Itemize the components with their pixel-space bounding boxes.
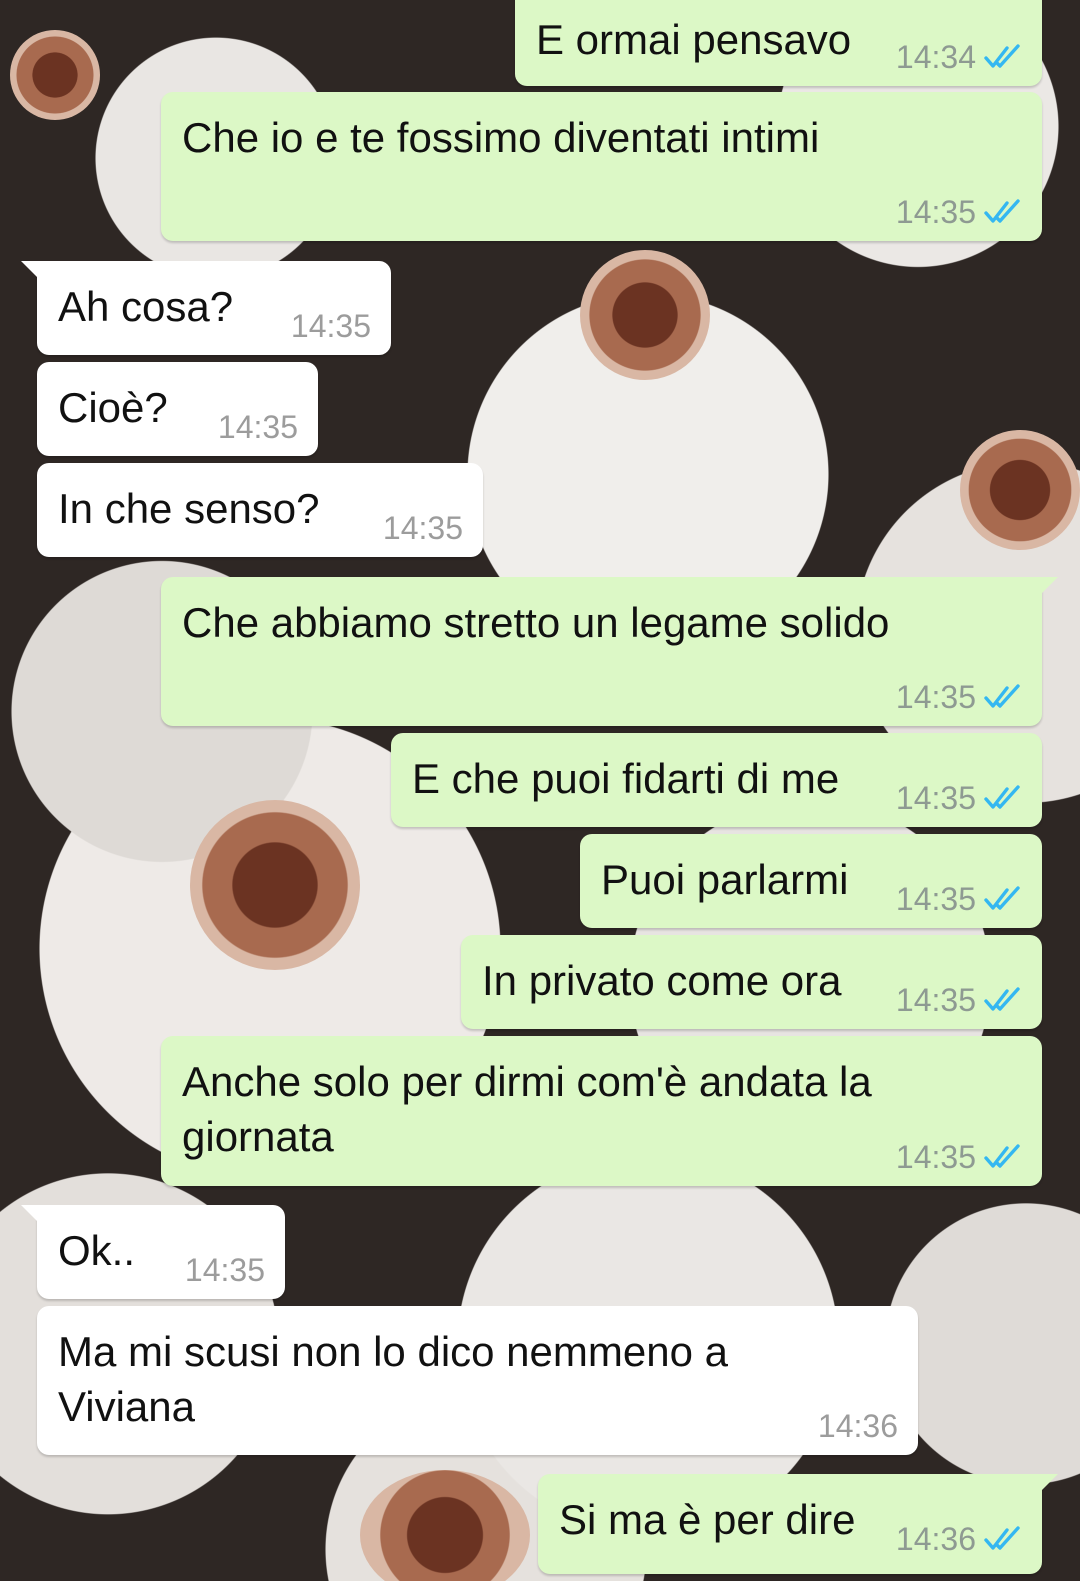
chat-thread[interactable]: E ormai pensavo 14:34 Che io e te fossim… [0, 0, 1080, 1581]
message-meta: 14:35 [896, 1140, 1022, 1174]
message-time: 14:36 [895, 1521, 976, 1557]
incoming-message[interactable]: Cioè? 14:35 [37, 362, 318, 456]
message-meta: 14:36 [818, 1409, 898, 1443]
incoming-message[interactable]: Ah cosa? 14:35 [21, 261, 391, 355]
message-time: 14:35 [895, 194, 976, 230]
message-meta: 14:34 [896, 40, 1022, 74]
message-text: Anche solo per dirmi com'è andata la gio… [182, 1058, 872, 1160]
message-text: Che abbiamo stretto un legame solido [182, 599, 890, 646]
double-check-icon [984, 199, 1020, 223]
message-time: 14:35 [217, 409, 298, 445]
message-text: E che puoi fidarti di me [412, 755, 840, 802]
message-meta: 14:35 [896, 983, 1022, 1017]
message-text: In privato come ora [482, 957, 842, 1004]
message-meta: 14:36 [896, 1522, 1022, 1556]
message-text: Puoi parlarmi [601, 856, 849, 903]
message-meta: 14:35 [896, 680, 1022, 714]
message-meta: 14:35 [383, 511, 463, 545]
bubble-tail [1038, 577, 1058, 597]
message-time: 14:35 [895, 679, 976, 715]
outgoing-message[interactable]: Si ma è per dire 14:36 [538, 1474, 1058, 1574]
outgoing-message[interactable]: Che io e te fossimo diventati intimi 14:… [161, 92, 1042, 241]
message-meta: 14:35 [896, 781, 1022, 815]
incoming-message[interactable]: Ok.. 14:35 [21, 1205, 285, 1299]
bubble-tail [21, 261, 41, 281]
message-time: 14:35 [895, 1139, 976, 1175]
message-time: 14:35 [895, 780, 976, 816]
incoming-message[interactable]: Ma mi scusi non lo dico nemmeno a Vivian… [37, 1306, 918, 1455]
message-meta: 14:35 [185, 1253, 265, 1287]
message-text: Si ma è per dire [559, 1496, 856, 1543]
incoming-message[interactable]: In che senso? 14:35 [37, 463, 483, 557]
double-check-icon [984, 785, 1020, 809]
message-time: 14:35 [895, 982, 976, 1018]
message-text: In che senso? [58, 485, 320, 532]
outgoing-message[interactable]: In privato come ora 14:35 [461, 935, 1042, 1029]
message-meta: 14:35 [291, 309, 371, 343]
message-text: Ah cosa? [58, 283, 234, 330]
message-text: Che io e te fossimo diventati intimi [182, 114, 820, 161]
message-text: Ok.. [58, 1227, 136, 1274]
double-check-icon [984, 987, 1020, 1011]
bubble-tail [1038, 1474, 1058, 1494]
message-meta: 14:35 [896, 882, 1022, 916]
double-check-icon [984, 44, 1020, 68]
message-time: 14:35 [290, 308, 371, 344]
message-text: Cioè? [58, 384, 168, 431]
outgoing-message[interactable]: E ormai pensavo 14:34 [515, 0, 1042, 86]
message-time: 14:34 [895, 39, 976, 75]
outgoing-message[interactable]: Puoi parlarmi 14:35 [580, 834, 1042, 928]
message-meta: 14:35 [896, 195, 1022, 229]
double-check-icon [984, 886, 1020, 910]
outgoing-message[interactable]: E che puoi fidarti di me 14:35 [391, 733, 1042, 827]
double-check-icon [984, 1526, 1020, 1550]
message-text: Ma mi scusi non lo dico nemmeno a Vivian… [58, 1328, 728, 1430]
message-time: 14:36 [817, 1408, 898, 1444]
outgoing-message[interactable]: Anche solo per dirmi com'è andata la gio… [161, 1036, 1042, 1186]
message-time: 14:35 [184, 1252, 265, 1288]
message-meta: 14:35 [218, 410, 298, 444]
message-time: 14:35 [895, 881, 976, 917]
double-check-icon [984, 684, 1020, 708]
message-text: E ormai pensavo [536, 16, 852, 63]
message-time: 14:35 [382, 510, 463, 546]
double-check-icon [984, 1144, 1020, 1168]
bubble-tail [21, 1205, 41, 1225]
outgoing-message[interactable]: Che abbiamo stretto un legame solido 14:… [161, 577, 1058, 726]
